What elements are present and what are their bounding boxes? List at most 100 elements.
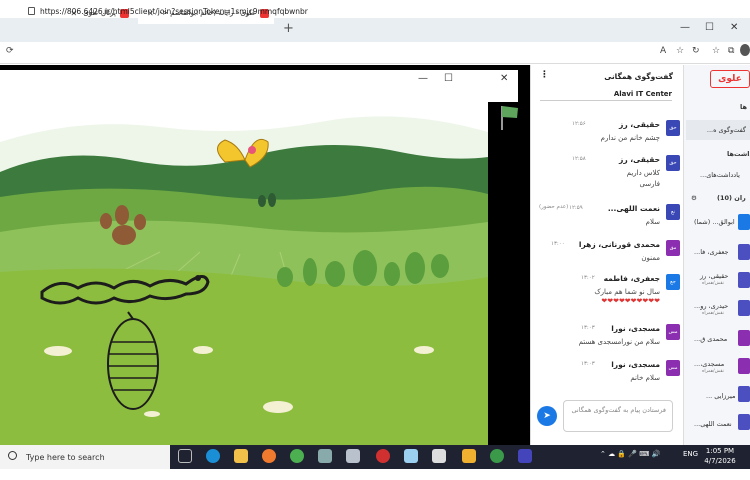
popup-header-strip: [0, 90, 518, 102]
avatar: [738, 272, 750, 288]
avatar: [738, 330, 750, 346]
chat-options-icon[interactable]: ⋮: [540, 70, 549, 80]
recorder-icon[interactable]: [376, 449, 390, 463]
message-author: مسجدی، نورا: [611, 360, 660, 369]
message-text: سلام خانم: [630, 374, 660, 382]
avatar: [738, 414, 750, 430]
app-icon[interactable]: [462, 449, 476, 463]
message-time: ۱۳:۰۲: [581, 275, 595, 281]
taskbar-search-box[interactable]: Type here to search: [0, 445, 170, 469]
lock-icon: [28, 7, 35, 15]
chat-message-input[interactable]: فرستادن پیام به گفت‌وگوی همگانی: [563, 400, 673, 432]
user-item[interactable]: جعفری، فا...: [694, 248, 729, 256]
avatar: [738, 214, 750, 230]
minimize-window-button[interactable]: —: [680, 22, 690, 33]
tray-icons[interactable]: ⌃ ☁ 🔒 🎤 ⌨ 🔊: [600, 450, 660, 458]
popup-maximize-button[interactable]: ☐: [444, 73, 453, 84]
message-text: سال نو شما هم مبارک: [594, 288, 660, 296]
shared-notes-item[interactable]: یادداشت‌های...: [700, 171, 740, 179]
public-chat-item[interactable]: گفت‌وگوی ه...: [686, 120, 750, 140]
popup-minimize-button[interactable]: —: [418, 73, 428, 84]
user-item[interactable]: ابوالق... (شما): [694, 218, 735, 226]
chat-message: مس مسجدی، نورا ۱۳:۰۳ سلام من نورامسجدی ه…: [535, 322, 680, 362]
chat-header: گفت‌وگوی همگانی ⋮: [530, 65, 683, 87]
avatar: [738, 386, 750, 402]
close-window-button[interactable]: ✕: [730, 22, 738, 33]
message-time: ۱۲:۵۸: [572, 156, 586, 162]
center-name: Alavi IT Center: [540, 90, 672, 101]
popup-close-button[interactable]: ✕: [500, 73, 508, 84]
firefox-icon[interactable]: [262, 449, 276, 463]
alavi-logo: علوی: [710, 70, 750, 88]
clock-date: 4/7/2026: [704, 457, 736, 465]
caterpillar-eye: [195, 275, 201, 281]
desktop: پرتال علوی ✕ علوی - رایانه (خانم ابوالقا…: [0, 0, 750, 480]
public-chat-label: گفت‌وگوی ه...: [706, 126, 746, 134]
collections-icon[interactable]: ⧉: [728, 46, 734, 56]
user-item[interactable]: نعمت اللهی...: [694, 420, 732, 428]
chat-title: گفت‌وگوی همگانی: [604, 71, 673, 81]
message-text: کلاس داریم: [626, 169, 660, 177]
message-text: ممنون: [641, 254, 660, 262]
refresh-page-icon[interactable]: ↻: [692, 46, 700, 56]
avatar: مس: [666, 324, 680, 340]
message-author: محمدی قورنانی، زهرا: [578, 240, 660, 249]
away-status: (عدم حضور): [539, 204, 569, 210]
settings-gear-icon[interactable]: ⚙: [691, 194, 697, 202]
language-indicator[interactable]: ENG: [683, 450, 698, 458]
message-time: ۱۳:۰۳: [581, 325, 595, 331]
app-icon[interactable]: [318, 449, 332, 463]
app-icon[interactable]: [490, 449, 504, 463]
read-aloud-icon[interactable]: A: [660, 46, 666, 56]
notes-heading: داشت‌ها: [727, 150, 750, 158]
chat-message: حق حقیقی، رز ۱۲:۵۸ کلاس داریم فارسی: [535, 153, 680, 193]
user-item[interactable]: محمدی ق...: [694, 335, 727, 343]
url-field[interactable]: https://806.6426.ir/html5client/join?ses…: [28, 3, 588, 19]
message-author: جعفری، فاطمه: [603, 274, 660, 283]
profile-avatar[interactable]: [740, 44, 750, 56]
message-text: چشم خانم من ندارم: [600, 134, 660, 142]
camera-icon[interactable]: [432, 449, 446, 463]
app-icon[interactable]: [404, 449, 418, 463]
search-icon: [8, 451, 17, 460]
send-icon[interactable]: ➤: [537, 406, 557, 426]
message-time: ۱۳:۰۳: [581, 361, 595, 367]
message-text: سلام من نورامسجدی هستم: [578, 338, 660, 346]
app-icon[interactable]: [346, 449, 360, 463]
search-placeholder: Type here to search: [26, 452, 105, 462]
message-time: ۱۲:۵۹: [569, 205, 583, 211]
user-item[interactable]: میرزایی ...: [706, 392, 735, 400]
avatar: مق: [666, 240, 680, 256]
user-role: نقش/همراه: [702, 281, 724, 286]
chat-message: مس مسجدی، نورا ۱۳:۰۳ سلام خانم: [535, 358, 680, 398]
chat-message: نع نعمت اللهی... ۱۲:۵۹ (عدم حضور) سلام: [535, 202, 680, 242]
favorite-star-icon[interactable]: ☆: [676, 46, 684, 56]
new-tab-button[interactable]: +: [283, 21, 294, 36]
avatar: حق: [666, 155, 680, 171]
chrome-icon[interactable]: [290, 449, 304, 463]
user-role: نقش/همراه: [702, 369, 724, 374]
user-item[interactable]: حقیقی، رز: [700, 272, 728, 280]
message-text: سلام: [645, 218, 660, 226]
message-time: ۱۳:۰۰: [551, 241, 565, 247]
refresh-icon[interactable]: ⟳: [6, 46, 14, 56]
shared-video-scene: [0, 102, 488, 445]
edge-icon[interactable]: [206, 449, 220, 463]
avatar: مس: [666, 360, 680, 376]
taskbar-clock[interactable]: 1:05 PM 4/7/2026: [700, 446, 740, 466]
chat-message: جع جعفری، فاطمه ۱۳:۰۲ سال نو شما هم مبار…: [535, 272, 680, 317]
user-item[interactable]: مسجدی،...: [694, 360, 724, 368]
maximize-window-button[interactable]: ☐: [705, 22, 714, 33]
user-role: نقش/همراه: [702, 311, 724, 316]
clock-time: 1:05 PM: [705, 447, 735, 455]
file-explorer-icon[interactable]: [234, 449, 248, 463]
heart-emoji-icon: ❤❤❤❤❤❤❤❤❤❤: [601, 297, 660, 305]
url-text: https://806.6426.ir/html5client/join?ses…: [40, 6, 308, 16]
favorites-icon[interactable]: ☆: [712, 46, 720, 56]
message-time: ۱۲:۵۶: [572, 121, 586, 127]
user-item[interactable]: حیدری، رو...: [694, 302, 728, 310]
app-icon[interactable]: [518, 449, 532, 463]
task-view-icon[interactable]: [178, 449, 192, 463]
meadow: [0, 268, 488, 445]
video-popup-titlebar: — ☐ ✕: [0, 70, 518, 90]
